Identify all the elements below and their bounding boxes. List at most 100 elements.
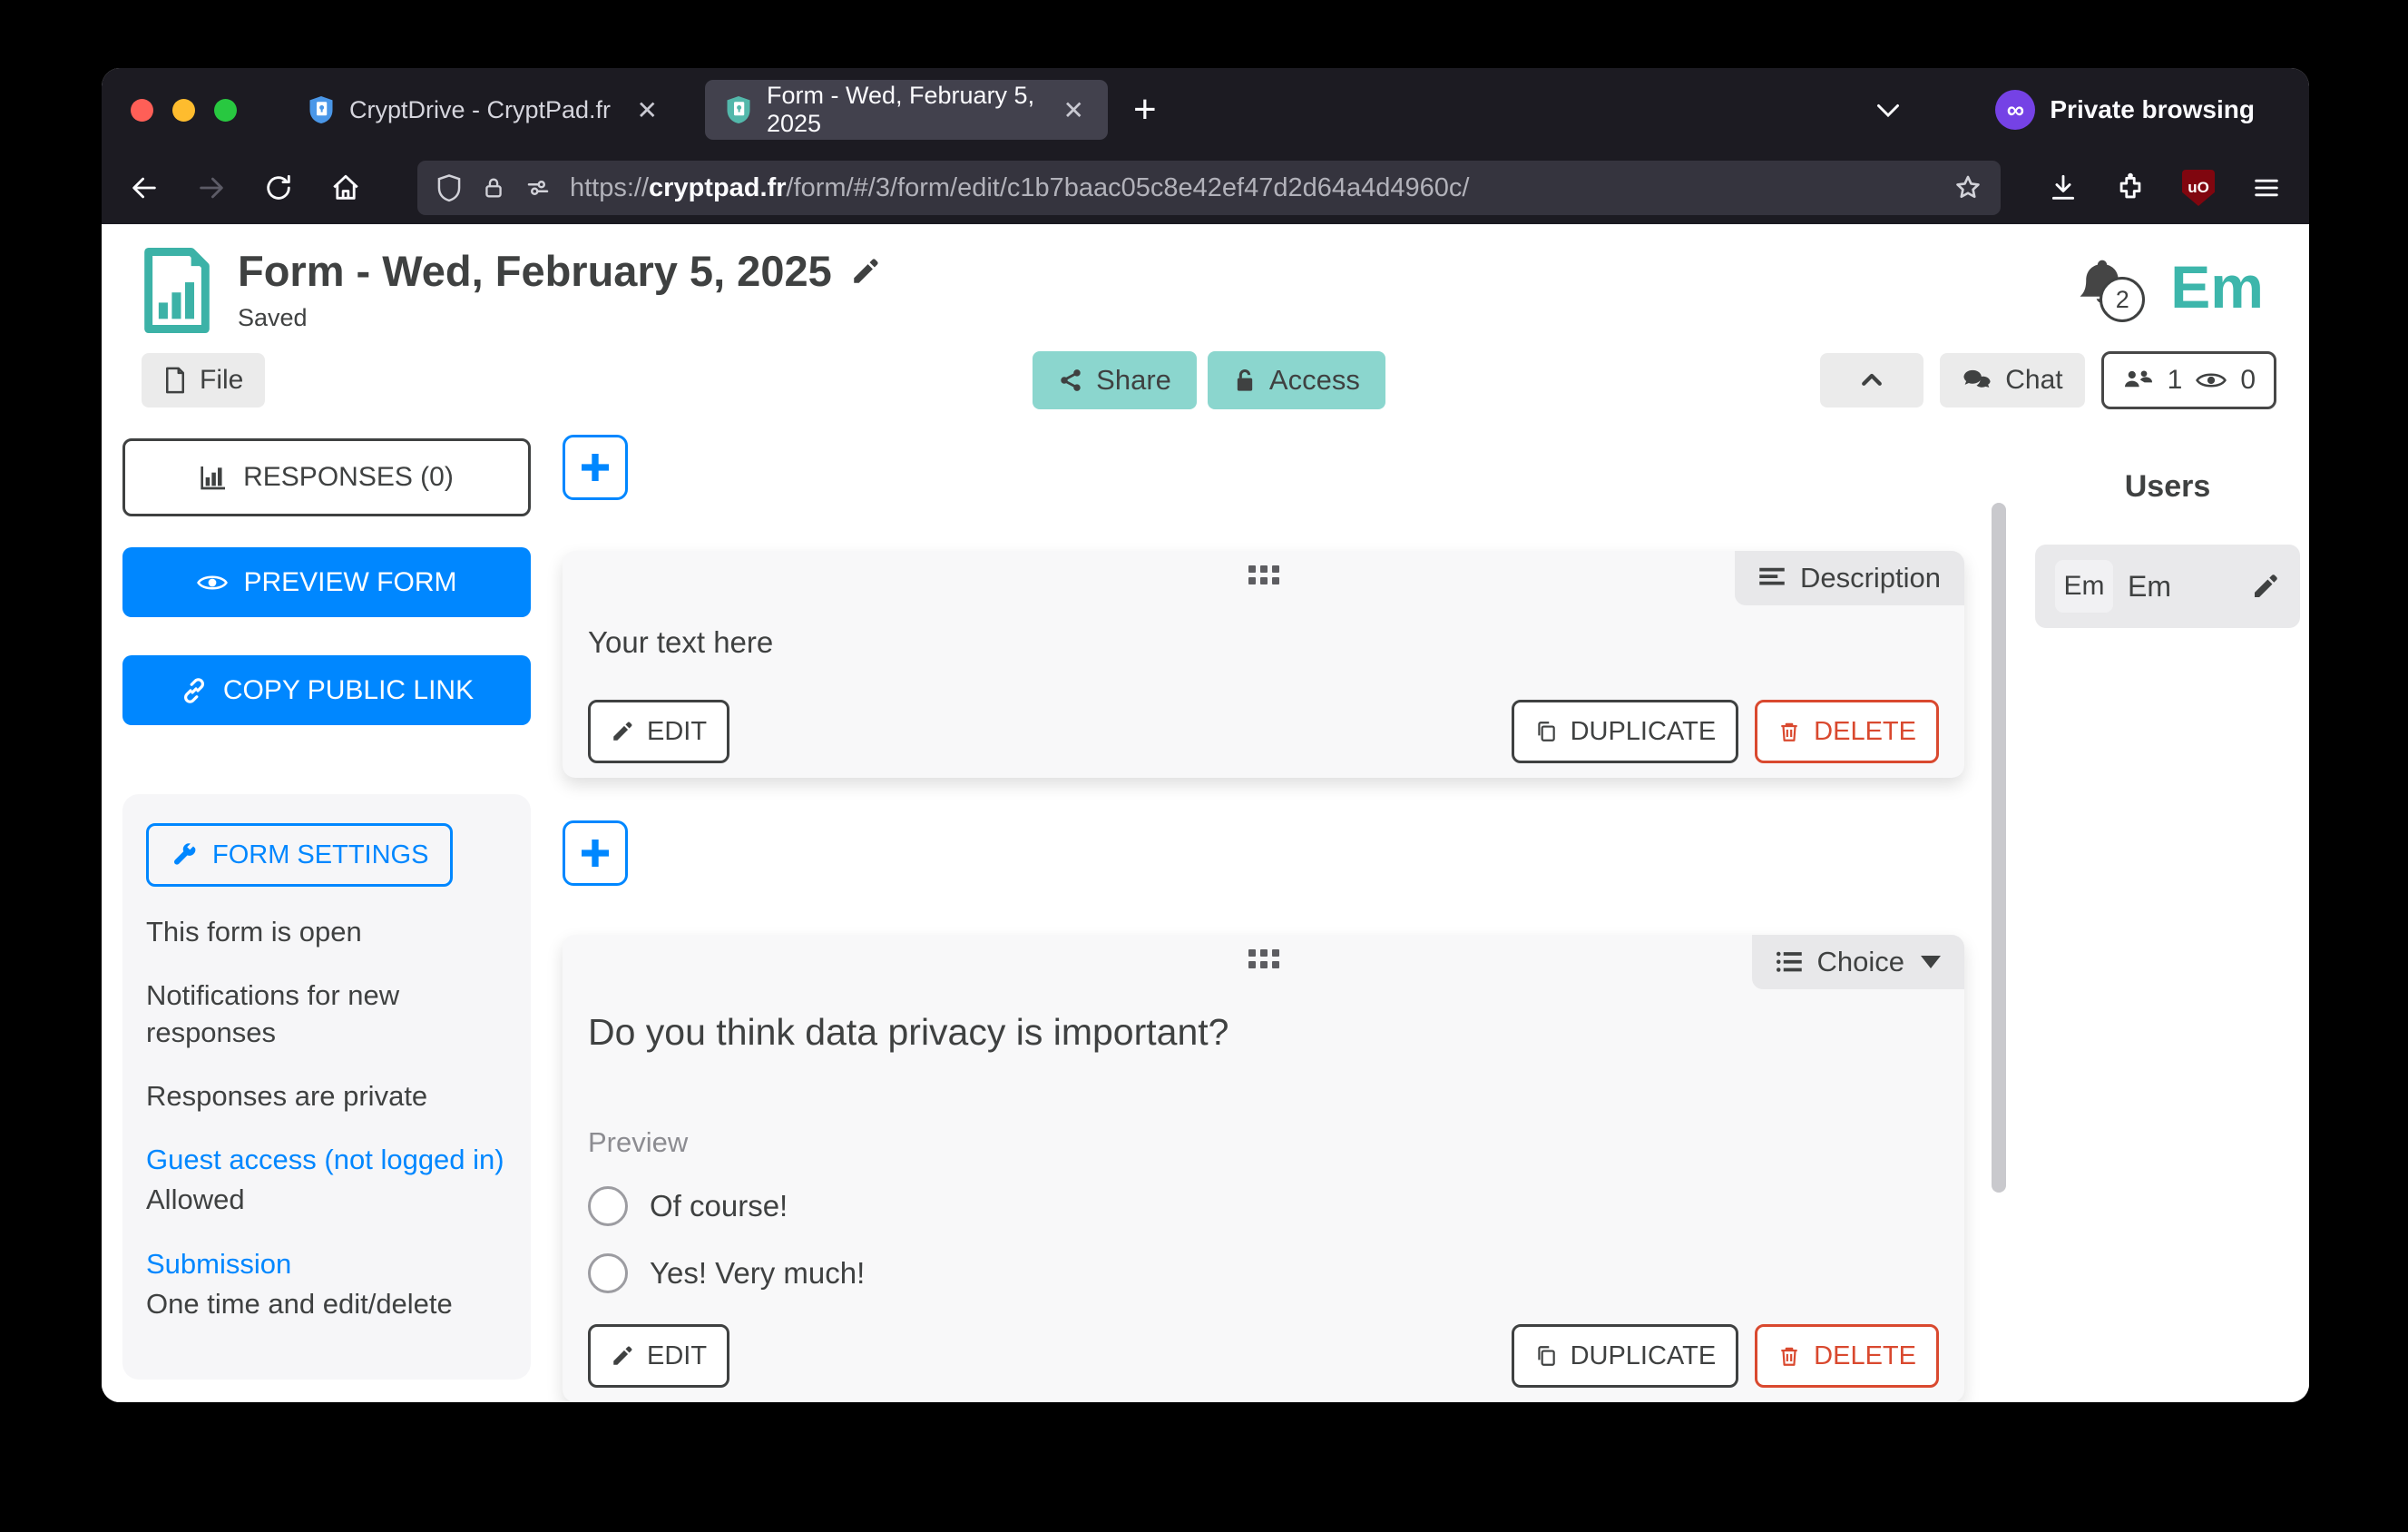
users-panel-title: Users: [2035, 469, 2300, 505]
choice-option: Yes! Very much!: [588, 1253, 1939, 1293]
choice-option: Of course!: [588, 1186, 1939, 1226]
extensions-button[interactable]: [2115, 172, 2146, 203]
app-toolbar: File Share Access Chat: [102, 333, 2309, 409]
url-path: /form/#/3/form/edit/c1b7baac05c8e42ef47d…: [787, 173, 1470, 202]
url-text[interactable]: https://cryptpad.fr/form/#/3/form/edit/c…: [570, 173, 1935, 203]
browser-window: CryptDrive - CryptPad.fr ✕ Form - Wed, F…: [102, 68, 2309, 1402]
tab-title: CryptDrive - CryptPad.fr: [349, 96, 611, 124]
delete-button[interactable]: DELETE: [1755, 1324, 1939, 1388]
document-title: Form - Wed, February 5, 2025: [238, 248, 832, 295]
choice-block: Choice Do you think data privacy is impo…: [563, 935, 1964, 1402]
edit-label: EDIT: [647, 1341, 707, 1371]
presence-indicator[interactable]: 1 0: [2101, 351, 2276, 409]
new-tab-button[interactable]: +: [1133, 87, 1157, 133]
access-label: Access: [1269, 364, 1360, 397]
forward-button[interactable]: [196, 172, 227, 203]
question-title[interactable]: Do you think data privacy is important?: [588, 1011, 1939, 1054]
chat-label: Chat: [2005, 365, 2062, 396]
cryptpad-shield-icon: [308, 94, 335, 125]
private-browsing-badge: ∞ Private browsing: [1995, 90, 2255, 130]
permissions-icon[interactable]: [524, 174, 552, 201]
rename-pencil-icon[interactable]: [850, 256, 881, 287]
url-domain: cryptpad.fr: [649, 173, 786, 202]
https-lock-icon[interactable]: [481, 174, 506, 201]
edit-button[interactable]: EDIT: [588, 1324, 729, 1388]
drag-handle[interactable]: [1248, 949, 1279, 968]
window-controls: [102, 99, 264, 122]
tab-title: Form - Wed, February 5, 2025: [767, 82, 1045, 138]
notifications-bell-button[interactable]: 2: [2074, 255, 2134, 319]
block-type-chip[interactable]: Choice: [1752, 935, 1965, 989]
chat-button[interactable]: Chat: [1940, 353, 2084, 408]
drag-handle[interactable]: [1248, 565, 1279, 584]
left-sidebar: RESPONSES (0) PREVIEW FORM COPY PUBLIC L…: [122, 435, 531, 1402]
copy-public-link-label: COPY PUBLIC LINK: [223, 675, 474, 706]
account-button[interactable]: Em: [2170, 257, 2264, 317]
radio-button[interactable]: [588, 1253, 628, 1293]
add-block-button[interactable]: [563, 435, 628, 500]
maximize-window-button[interactable]: [214, 99, 237, 122]
viewers-count: 0: [2240, 365, 2256, 396]
save-status: Saved: [238, 304, 881, 332]
minimize-window-button[interactable]: [172, 99, 195, 122]
form-settings-button[interactable]: FORM SETTINGS: [146, 823, 453, 887]
tracking-protection-shield-icon[interactable]: [436, 173, 463, 202]
close-window-button[interactable]: [131, 99, 153, 122]
duplicate-button[interactable]: DUPLICATE: [1512, 1324, 1739, 1388]
collapse-toolbar-button[interactable]: [1820, 353, 1923, 408]
setting-form-open: This form is open: [146, 914, 507, 950]
delete-button[interactable]: DELETE: [1755, 700, 1939, 763]
guest-access-value: Allowed: [146, 1182, 507, 1218]
file-icon: [163, 367, 187, 394]
tab-close-button[interactable]: ✕: [633, 95, 661, 125]
edit-name-pencil-icon[interactable]: [2251, 572, 2280, 601]
tabs-list-chevron-down-icon[interactable]: [1872, 93, 1904, 126]
trash-icon: [1777, 720, 1801, 743]
submission-link[interactable]: Submission: [146, 1246, 507, 1282]
share-button[interactable]: Share: [1033, 351, 1197, 409]
menu-hamburger-button[interactable]: [2251, 172, 2282, 203]
edit-button[interactable]: EDIT: [588, 700, 729, 763]
ublock-origin-button[interactable]: uO: [2182, 170, 2215, 206]
scrollbar-track: [1992, 435, 2006, 1402]
copy-public-link-button[interactable]: COPY PUBLIC LINK: [122, 655, 531, 725]
reload-button[interactable]: [263, 172, 294, 203]
guest-access-link[interactable]: Guest access (not logged in): [146, 1142, 507, 1178]
bookmark-star-icon[interactable]: [1953, 173, 1982, 202]
block-type-label: Choice: [1817, 946, 1905, 978]
option-label: Of course!: [650, 1189, 788, 1223]
link-icon: [180, 676, 209, 705]
chevron-down-icon: [1921, 956, 1941, 968]
tab-close-button[interactable]: ✕: [1060, 95, 1088, 125]
access-button[interactable]: Access: [1208, 351, 1385, 409]
form-settings-panel: FORM SETTINGS This form is open Notifica…: [122, 794, 531, 1380]
plus-icon: [577, 835, 613, 871]
description-block: Description Your text here EDIT DUPLICAT…: [563, 551, 1964, 778]
tab-cryptdrive[interactable]: CryptDrive - CryptPad.fr ✕: [288, 80, 681, 140]
duplicate-button[interactable]: DUPLICATE: [1512, 700, 1739, 763]
downloads-button[interactable]: [2048, 172, 2079, 203]
back-button[interactable]: [129, 172, 160, 203]
block-actions: EDIT DUPLICATE DELETE: [588, 700, 1939, 763]
app-body: RESPONSES (0) PREVIEW FORM COPY PUBLIC L…: [102, 435, 2309, 1402]
url-bar[interactable]: https://cryptpad.fr/form/#/3/form/edit/c…: [417, 161, 2001, 215]
scrollbar-thumb[interactable]: [1992, 503, 2006, 1193]
radio-button[interactable]: [588, 1186, 628, 1226]
user-name: Em: [2128, 570, 2171, 604]
duplicate-icon: [1534, 1344, 1558, 1368]
delete-label: DELETE: [1814, 717, 1916, 747]
home-button[interactable]: [330, 172, 361, 203]
responses-button[interactable]: RESPONSES (0): [122, 438, 531, 516]
browser-tab-bar: CryptDrive - CryptPad.fr ✕ Form - Wed, F…: [102, 68, 2309, 152]
preview-form-button[interactable]: PREVIEW FORM: [122, 547, 531, 617]
responses-label: RESPONSES (0): [243, 462, 454, 493]
block-type-chip: Description: [1735, 551, 1964, 605]
tab-form-active[interactable]: Form - Wed, February 5, 2025 ✕: [705, 80, 1108, 140]
description-text[interactable]: Your text here: [588, 625, 1939, 660]
cryptpad-app: Form - Wed, February 5, 2025 Saved 2 Em …: [102, 224, 2309, 1402]
chat-bubbles-icon: [1962, 367, 1992, 394]
file-menu-button[interactable]: File: [142, 353, 265, 408]
viewers-eye-icon: [2195, 368, 2227, 393]
block-type-label: Description: [1800, 562, 1941, 594]
add-block-button[interactable]: [563, 820, 628, 886]
